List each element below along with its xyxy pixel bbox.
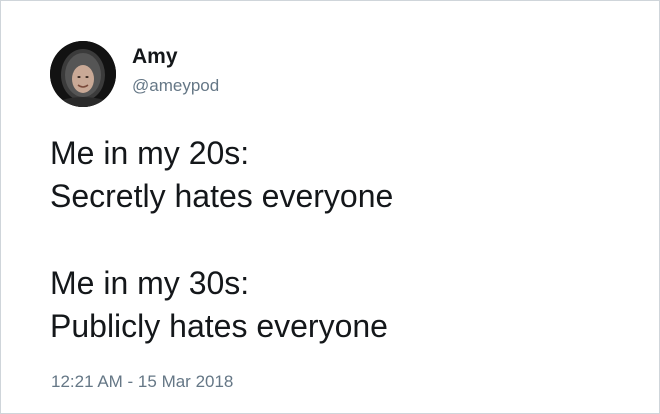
- tweet-line: Me in my 30s:: [50, 265, 250, 301]
- tweet-timestamp[interactable]: 12:21 AM - 15 Mar 2018: [51, 371, 233, 393]
- tweet-line: Me in my 20s:: [50, 135, 250, 171]
- display-name[interactable]: Amy: [132, 45, 219, 69]
- tweet-header: Amy @ameypod: [50, 41, 219, 107]
- avatar-photo-icon: [50, 41, 116, 107]
- user-handle[interactable]: @ameypod: [132, 75, 219, 97]
- avatar[interactable]: [50, 41, 116, 107]
- tweet-text: Me in my 20s: Secretly hates everyone Me…: [50, 132, 393, 348]
- tweet-line: Secretly hates everyone: [50, 178, 394, 214]
- user-names: Amy @ameypod: [132, 41, 219, 97]
- tweet-card: Amy @ameypod Me in my 20s: Secretly hate…: [0, 0, 660, 414]
- tweet-line: Publicly hates everyone: [50, 308, 388, 344]
